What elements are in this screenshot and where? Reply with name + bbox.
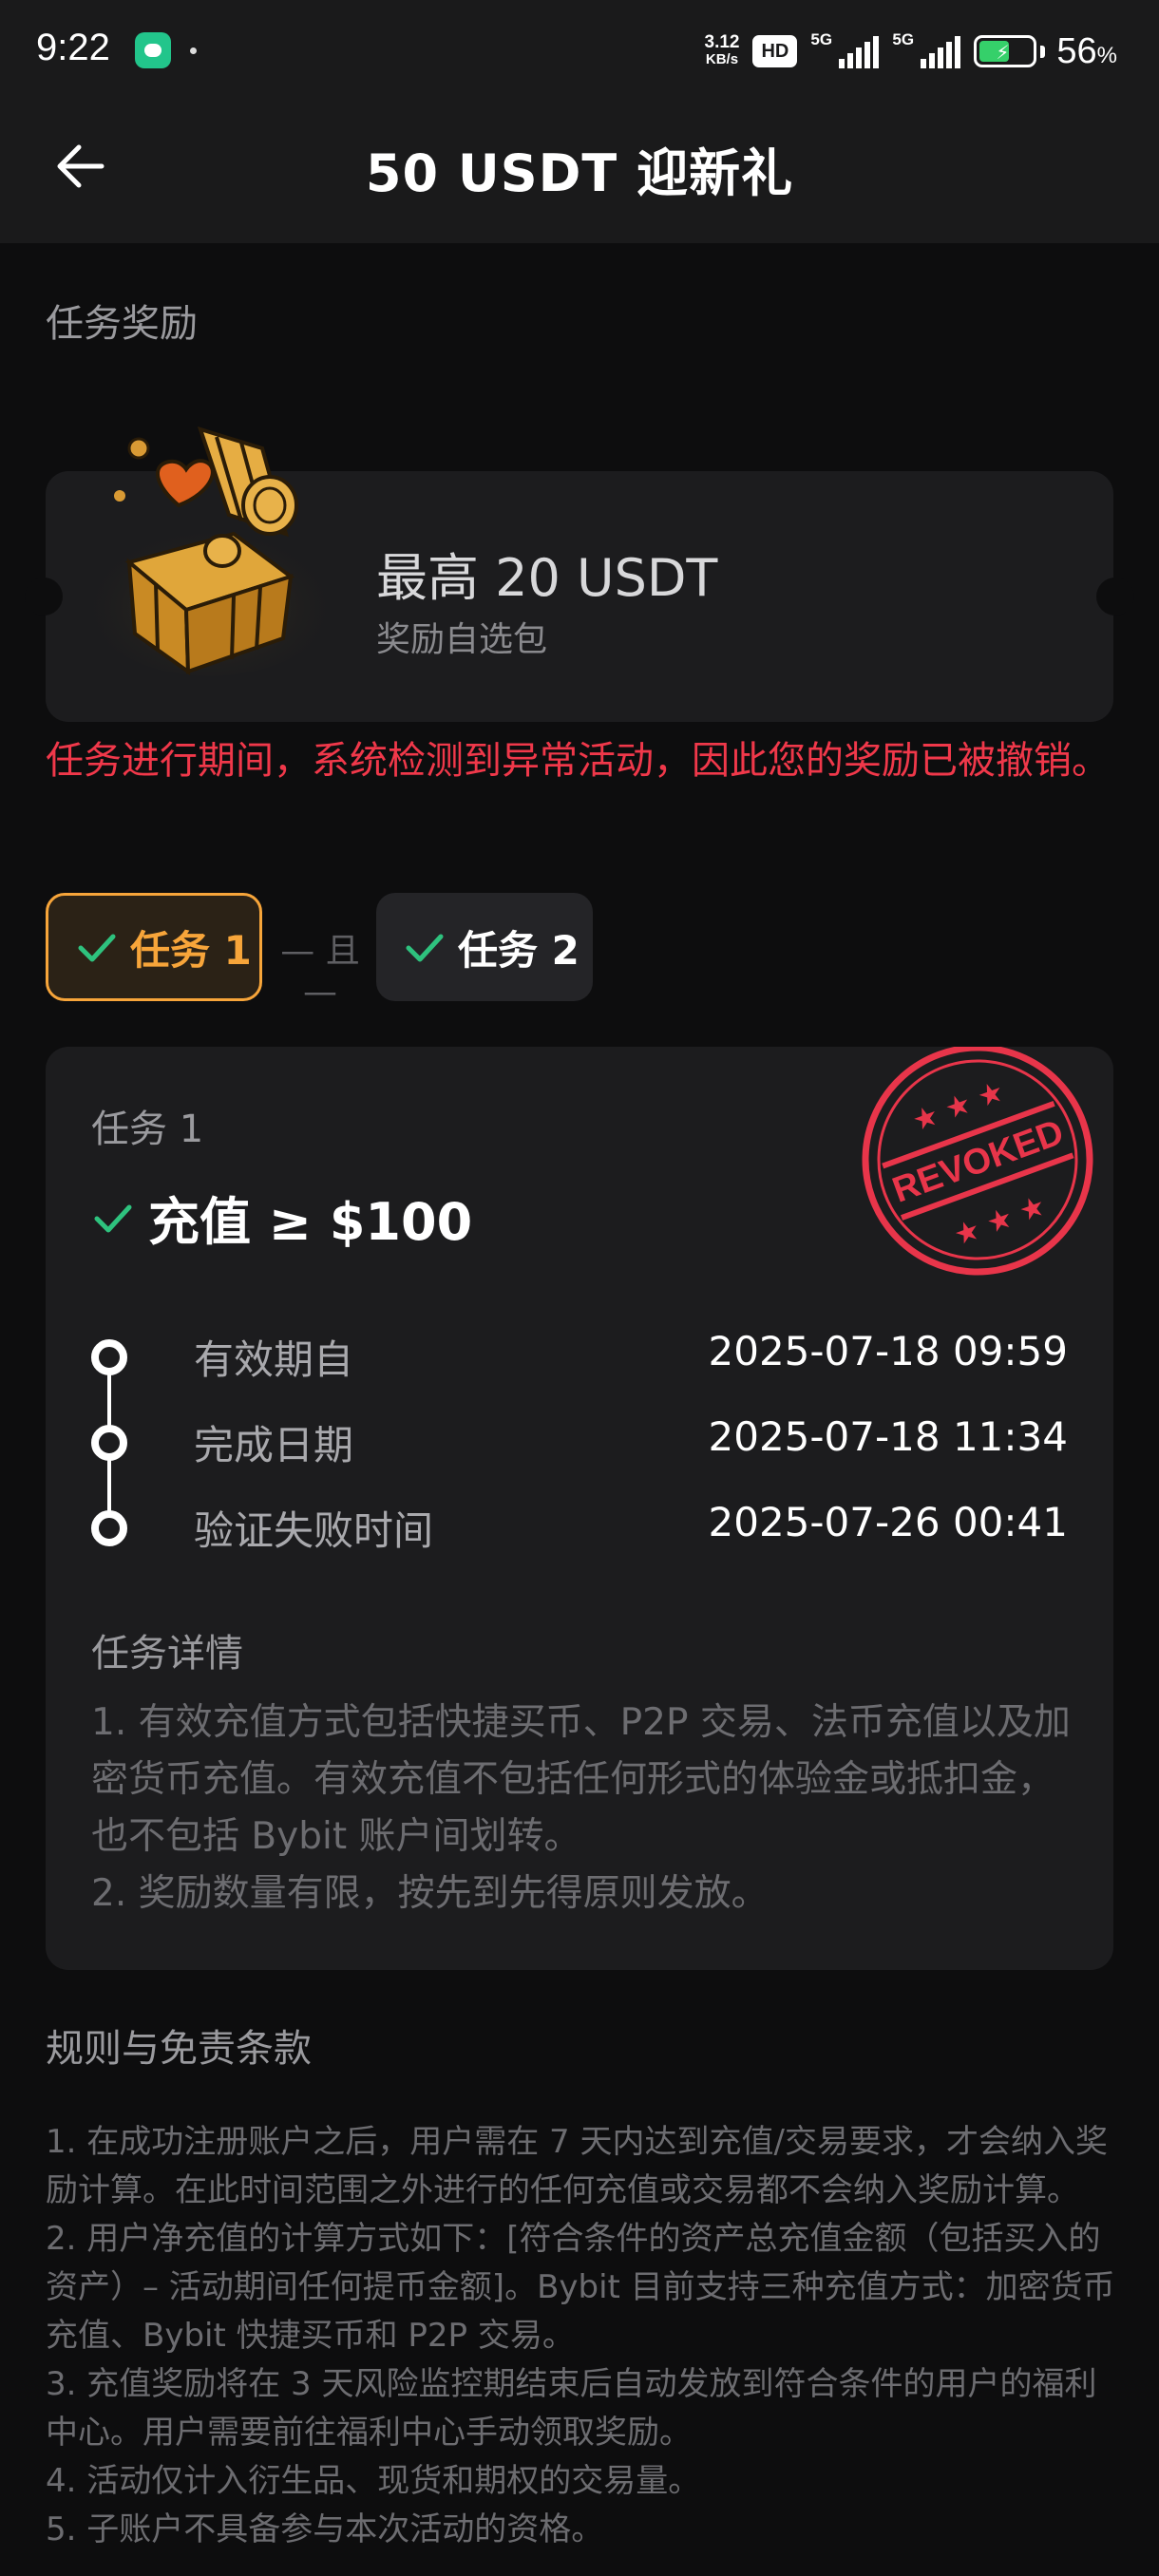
- rules-title: 规则与免责条款: [46, 2027, 312, 2071]
- page: 9:22 3.12 KB/s HD 5G 5G ⚡ 56% 50 USDT 迎新…: [0, 0, 1159, 2576]
- network-speed-value: 3.12: [704, 32, 740, 52]
- app-header: 50 USDT 迎新礼: [0, 99, 1159, 243]
- timeline-value: 2025-07-26 00:41: [708, 1499, 1068, 1545]
- task-card: 任务 1 充值 ≥ $100 REVOKED ★ ★ ★ ★ ★ ★ 有效期自 …: [46, 1047, 1113, 1970]
- task-label: 任务 1: [91, 1108, 204, 1151]
- timeline-row: 完成日期 2025-07-18 11:34: [91, 1413, 1068, 1470]
- tab-task-1-label: 任务 1: [130, 926, 252, 974]
- network-speed-unit: KB/s: [705, 51, 739, 67]
- rules-line: 3. 充值奖励将在 3 天风险监控期结束后自动发放到符合条件的用户的福利中心。用…: [46, 2365, 1097, 2452]
- check-icon: [94, 1204, 132, 1232]
- tab-separator: — 且 —: [280, 932, 360, 1012]
- signal-strength-2-icon: 5G: [892, 30, 961, 68]
- timeline-dot-icon: [91, 1510, 127, 1546]
- status-time: 9:22: [36, 27, 110, 68]
- rules-body: 1. 在成功注册账户之后，用户需在 7 天内达到充值/交易要求，才会纳入奖励计算…: [46, 2118, 1119, 2554]
- signal-2-label: 5G: [892, 30, 915, 48]
- page-title: 50 USDT 迎新礼: [365, 143, 794, 203]
- hd-voice-icon: HD: [752, 35, 798, 67]
- task-requirement: 充值 ≥ $100: [91, 1180, 472, 1255]
- reward-title: 最高 20 USDT: [376, 548, 718, 608]
- battery-percent: 56%: [1056, 30, 1117, 71]
- notification-dot-icon: [190, 47, 197, 54]
- reward-subtitle: 奖励自选包: [376, 620, 548, 659]
- gift-box-icon: [77, 426, 343, 676]
- tab-task-1[interactable]: 任务 1: [46, 893, 262, 1001]
- battery-icon: ⚡ 56%: [974, 31, 1117, 72]
- chat-app-icon: [135, 32, 171, 68]
- signal-strength-icon: 5G: [810, 30, 880, 68]
- task-detail-title: 任务详情: [91, 1632, 243, 1676]
- rules-line: 4. 活动仅计入衍生品、现货和期权的交易量。: [46, 2462, 701, 2500]
- timeline-dot-icon: [91, 1425, 127, 1461]
- timeline-dot-icon: [91, 1339, 127, 1375]
- rules-line: 5. 子账户不具备参与本次活动的资格。: [46, 2510, 604, 2548]
- timeline-label: 有效期自: [194, 1336, 354, 1383]
- tab-task-2-label: 任务 2: [458, 926, 580, 974]
- reward-section-label: 任务奖励: [46, 302, 198, 346]
- task-detail-line: 2. 奖励数量有限，按先到先得原则发放。: [91, 1872, 769, 1915]
- check-icon: [78, 934, 116, 962]
- svg-text:★ ★ ★: ★ ★ ★: [908, 1075, 1009, 1139]
- task-detail-line: 1. 有效充值方式包括快捷买币、P2P 交易、法币充值以及加密货币充值。有效充值…: [91, 1701, 1071, 1858]
- svg-text:★ ★ ★: ★ ★ ★: [950, 1189, 1051, 1253]
- rules-line: 1. 在成功注册账户之后，用户需在 7 天内达到充值/交易要求，才会纳入奖励计算…: [46, 2123, 1108, 2209]
- rules-line: 2. 用户净充值的计算方式如下：[符合条件的资产总充值金额（包括买入的资产）– …: [46, 2220, 1115, 2355]
- timeline-value: 2025-07-18 09:59: [708, 1328, 1068, 1374]
- timeline-value: 2025-07-18 11:34: [708, 1413, 1068, 1460]
- check-icon: [406, 934, 444, 962]
- tab-task-2[interactable]: 任务 2: [376, 893, 593, 1001]
- status-indicators: 3.12 KB/s HD 5G 5G ⚡ 56%: [705, 28, 1118, 74]
- revoked-warning-text: 任务进行期间，系统检测到异常活动，因此您的奖励已被撤销。: [46, 739, 1110, 783]
- status-bar: 9:22 3.12 KB/s HD 5G 5G ⚡ 56%: [0, 0, 1159, 99]
- task-requirement-text: 充值 ≥ $100: [148, 1192, 473, 1252]
- signal-1-label: 5G: [810, 30, 833, 48]
- timeline-row: 验证失败时间 2025-07-26 00:41: [91, 1499, 1068, 1556]
- timeline-label: 完成日期: [194, 1422, 354, 1468]
- timeline-row: 有效期自 2025-07-18 09:59: [91, 1328, 1068, 1385]
- revoked-stamp: REVOKED ★ ★ ★ ★ ★ ★: [862, 1047, 1093, 1276]
- network-speed: 3.12 KB/s: [704, 32, 740, 68]
- timeline-label: 验证失败时间: [194, 1507, 434, 1554]
- task-detail-body: 1. 有效充值方式包括快捷买币、P2P 交易、法币充值以及加密货币充值。有效充值…: [91, 1695, 1089, 1923]
